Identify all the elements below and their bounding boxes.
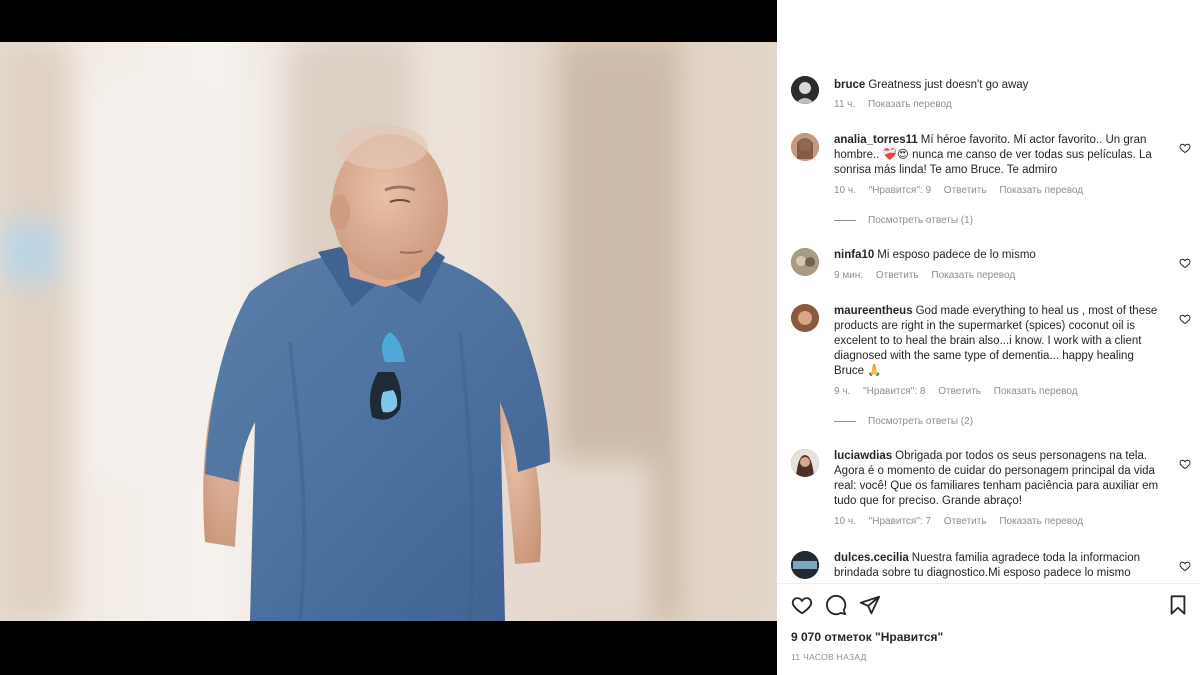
author-avatar[interactable] xyxy=(791,76,819,104)
translate-link[interactable]: Показать перевод xyxy=(999,185,1083,196)
avatar-image xyxy=(791,76,819,104)
like-comment-heart-icon[interactable] xyxy=(1179,257,1191,269)
actions-divider xyxy=(777,583,1200,584)
avatar-image xyxy=(791,248,819,276)
comment-avatar[interactable] xyxy=(791,133,819,161)
avatar-image xyxy=(791,449,819,477)
comment-username[interactable]: dulces.cecilia xyxy=(834,552,909,564)
translate-link[interactable]: Показать перевод xyxy=(931,270,1015,281)
translate-link[interactable]: Показать перевод xyxy=(994,386,1078,397)
replies-divider-line xyxy=(834,420,856,422)
translate-link[interactable]: Показать перевод xyxy=(999,516,1083,527)
post-photo[interactable] xyxy=(0,42,777,621)
reply-button[interactable]: Ответить xyxy=(944,516,987,527)
comment-avatar[interactable] xyxy=(791,449,819,477)
comment-time[interactable]: 10 ч. xyxy=(834,185,856,196)
comment-time[interactable]: 9 мин. xyxy=(834,270,863,281)
comment-avatar[interactable] xyxy=(791,248,819,276)
comment-username[interactable]: analia_torres11 xyxy=(834,134,918,146)
like-comment-heart-icon[interactable] xyxy=(1179,458,1191,470)
comment-time[interactable]: 9 ч. xyxy=(834,386,850,397)
view-replies-label: Посмотреть ответы (1) xyxy=(868,215,974,226)
comment-avatar[interactable] xyxy=(791,304,819,332)
comment-clip: dulces.cecilia Nuestra familia agradece t… xyxy=(777,545,1200,583)
heart-icon[interactable] xyxy=(791,594,813,616)
avatar-image xyxy=(791,551,819,579)
post-timestamp[interactable]: 11 ЧАСОВ НАЗАД xyxy=(791,652,867,662)
comment-icon[interactable] xyxy=(825,594,847,616)
comment-likes[interactable]: "Нравится": 7 xyxy=(869,516,931,527)
like-comment-heart-icon[interactable] xyxy=(1179,142,1191,154)
caption-time[interactable]: 11 ч. xyxy=(834,99,855,110)
comment-username[interactable]: luciawdias xyxy=(834,450,892,462)
comment-username[interactable]: maureentheus xyxy=(834,305,913,317)
comment-text: Mi esposo padece de lo mismo xyxy=(877,249,1036,261)
replies-divider-line xyxy=(834,219,856,221)
caption-translate-link[interactable]: Показать перевод xyxy=(868,99,952,110)
view-replies-link[interactable]: Посмотреть ответы (2) xyxy=(834,416,973,427)
like-comment-heart-icon[interactable] xyxy=(1179,313,1191,325)
share-icon[interactable] xyxy=(859,594,881,616)
reply-button[interactable]: Ответить xyxy=(938,386,981,397)
like-comment-heart-icon[interactable] xyxy=(1179,560,1191,572)
comment-time[interactable]: 10 ч. xyxy=(834,516,856,527)
avatar-image xyxy=(791,133,819,161)
comment-likes[interactable]: "Нравится": 8 xyxy=(863,386,925,397)
comment-likes[interactable]: "Нравится": 9 xyxy=(869,185,931,196)
comment-avatar[interactable] xyxy=(791,551,819,579)
action-bar xyxy=(791,594,1191,618)
reply-button[interactable]: Ответить xyxy=(944,185,987,196)
bookmark-icon[interactable] xyxy=(1167,594,1189,616)
avatar-image xyxy=(791,304,819,332)
photo-illustration xyxy=(0,42,777,621)
instagram-post-view: bruce Greatness just doesn't go away 11 ч… xyxy=(0,0,1200,675)
comments-pane: bruce Greatness just doesn't go away 11 ч… xyxy=(777,0,1200,675)
likes-count[interactable]: 9 070 отметок "Нравится" xyxy=(791,630,943,644)
author-username[interactable]: bruce xyxy=(834,79,865,91)
view-replies-label: Посмотреть ответы (2) xyxy=(868,416,974,427)
comment-username[interactable]: ninfa10 xyxy=(834,249,874,261)
reply-button[interactable]: Ответить xyxy=(876,270,919,281)
view-replies-link[interactable]: Посмотреть ответы (1) xyxy=(834,215,973,226)
media-pane xyxy=(0,0,777,675)
caption-text: Greatness just doesn't go away xyxy=(868,79,1029,91)
